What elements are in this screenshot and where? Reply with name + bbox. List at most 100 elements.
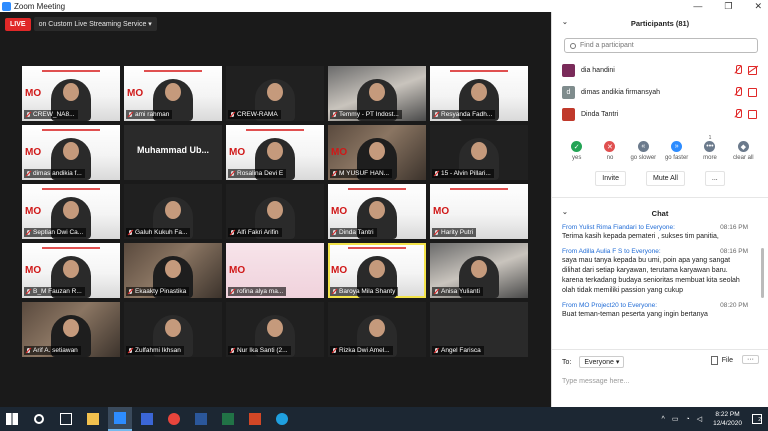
windows-start-taskbar-button[interactable] xyxy=(0,407,24,431)
message-sender: From MO Project20 to Everyone: xyxy=(562,302,658,309)
video-tile[interactable]: MO Harity Putri xyxy=(430,184,528,239)
muted-mic-icon xyxy=(128,347,133,354)
clock[interactable]: 8:22 PM 12/4/2020 xyxy=(713,410,742,428)
video-tile[interactable]: Anisa Yulianti xyxy=(430,243,528,298)
battery-icon[interactable]: ▭ xyxy=(672,415,679,423)
chevron-down-icon[interactable]: ⌄ xyxy=(562,208,568,216)
chevron-down-icon[interactable]: ⌄ xyxy=(562,18,568,26)
muted-mic-icon[interactable] xyxy=(734,87,742,96)
video-tile[interactable]: MO Septian Dwi Ca... xyxy=(22,184,120,239)
search-taskbar-button[interactable] xyxy=(27,407,51,431)
video-tile[interactable]: MO rofina alya ma... xyxy=(226,243,324,298)
participant-name-tag: Rosalina Devi E xyxy=(228,169,287,178)
reaction-go-faster[interactable]: » go faster xyxy=(661,135,693,161)
reaction-no[interactable]: ✕ no xyxy=(594,135,626,161)
video-tile[interactable]: MO Dinda Tantri xyxy=(328,184,426,239)
video-tile[interactable]: Arif A. setiawan xyxy=(22,302,120,357)
camera-off-icon[interactable] xyxy=(748,66,758,75)
notification-center-button[interactable]: 2 xyxy=(752,414,762,424)
video-tile[interactable]: Zulfahmi Ikhsan xyxy=(124,302,222,357)
video-tile[interactable]: MO B_M Fauzan R... xyxy=(22,243,120,298)
maximize-button[interactable]: ❐ xyxy=(724,1,732,12)
file-button[interactable]: File xyxy=(711,356,733,365)
more-options-button[interactable]: ... xyxy=(704,171,725,186)
word-taskbar-button[interactable] xyxy=(189,407,213,431)
message-text: saya mau tanya kepada bu umi, poin apa y… xyxy=(562,257,740,294)
video-tile[interactable]: CREW-RAMA xyxy=(226,66,324,121)
invite-button[interactable]: Invite xyxy=(595,171,626,186)
chrome-icon xyxy=(168,413,180,425)
video-tile[interactable]: Rizka Dwi Amel... xyxy=(328,302,426,357)
live-service-dropdown[interactable]: on Custom Live Streaming Service ▾ xyxy=(33,17,157,31)
avatar: d xyxy=(562,85,575,99)
video-tile[interactable]: Ekaakty Pinastika xyxy=(124,243,222,298)
message-text: Terima kasih kepada pemateri , sukses ti… xyxy=(562,233,719,240)
reaction-more[interactable]: 1 ••• more xyxy=(694,135,726,161)
video-tile[interactable]: Galuh Kukuh Fa... xyxy=(124,184,222,239)
participant-actions: Invite Mute All ... xyxy=(552,171,768,186)
muted-mic-icon xyxy=(230,288,235,295)
participant-list: dia handini d dimas andikia firmansyah Dind… xyxy=(552,59,768,125)
video-tile[interactable]: Nur Ika Santi (2... xyxy=(226,302,324,357)
camera-icon[interactable] xyxy=(748,110,758,119)
recipient-select[interactable]: Everyone ▾ xyxy=(579,356,625,368)
participant-name: Rosalina Devi E xyxy=(237,170,284,177)
edge-taskbar-button[interactable] xyxy=(270,407,294,431)
video-tile[interactable]: Angel Farisca xyxy=(430,302,528,357)
camera-icon[interactable] xyxy=(748,88,758,97)
participant-name: Angel Farisca xyxy=(441,347,481,354)
video-tile[interactable]: Temmy - PT Indost... xyxy=(328,66,426,121)
chat-more-button[interactable]: ··· xyxy=(742,355,759,364)
chat-scrollbar[interactable] xyxy=(761,248,764,298)
slide-header-strip xyxy=(450,188,508,190)
participant-row[interactable]: d dimas andikia firmansyah xyxy=(552,81,768,103)
muted-mic-icon[interactable] xyxy=(734,109,742,118)
participant-name: Zulfahmi Ikhsan xyxy=(135,347,181,354)
muted-mic-icon xyxy=(434,229,439,236)
chat-compose: To: Everyone ▾ File ··· Type message her… xyxy=(552,349,768,407)
close-button[interactable]: ✕ xyxy=(754,1,762,12)
participant-name: Baroya Mila Shanty xyxy=(339,288,396,295)
reaction-go-slower[interactable]: « go slower xyxy=(627,135,659,161)
reaction-label: clear all xyxy=(732,155,754,161)
video-gallery: LIVE on Custom Live Streaming Service ▾ … xyxy=(0,12,551,407)
reaction-yes[interactable]: ✓ yes xyxy=(561,135,593,161)
chrome-taskbar-button[interactable] xyxy=(162,407,186,431)
video-tile[interactable]: Muhammad Ub... xyxy=(124,125,222,180)
volume-icon[interactable]: ◁ xyxy=(697,415,702,423)
muted-mic-icon[interactable] xyxy=(734,65,742,74)
muted-mic-icon xyxy=(434,347,439,354)
zoom-taskbar-button[interactable] xyxy=(108,407,132,431)
video-tile[interactable]: Alfi Fakri Arifin xyxy=(226,184,324,239)
video-tile[interactable]: MO Rosalina Devi E xyxy=(226,125,324,180)
excel-taskbar-button[interactable] xyxy=(216,407,240,431)
video-tile[interactable]: MO CREW_NA8... xyxy=(22,66,120,121)
video-tile[interactable]: 15 - Alvin Pillari... xyxy=(430,125,528,180)
participant-name: rofina alya ma... xyxy=(237,288,284,295)
video-tile[interactable]: MO ami rahman xyxy=(124,66,222,121)
participant-row[interactable]: dia handini xyxy=(552,59,768,81)
chevron-up-icon[interactable]: ^ xyxy=(662,416,665,423)
video-tile[interactable]: MO Baroya Mila Shanty xyxy=(328,243,426,298)
participant-name: Anisa Yulianti xyxy=(441,288,480,295)
zoom-window: Zoom Meeting — ❐ ✕ LIVE on Custom Live S… xyxy=(0,0,768,431)
powerpoint-taskbar-button[interactable] xyxy=(243,407,267,431)
task-view-taskbar-button[interactable] xyxy=(54,407,78,431)
video-tile[interactable]: MO dimas andikia f... xyxy=(22,125,120,180)
participant-row[interactable]: Dinda Tantri xyxy=(552,103,768,125)
video-tile[interactable]: MO M YUSUF HAN... xyxy=(328,125,426,180)
participant-search-input[interactable]: Find a participant xyxy=(564,38,758,53)
mute-all-button[interactable]: Mute All xyxy=(645,171,685,186)
participant-name-tag: Septian Dwi Ca... xyxy=(24,228,87,237)
minimize-button[interactable]: — xyxy=(693,1,702,11)
reaction-clear-all[interactable]: ◆ clear all xyxy=(727,135,759,161)
file-explorer-taskbar-button[interactable] xyxy=(81,407,105,431)
participant-name-tag: Dinda Tantri xyxy=(330,228,377,237)
network-icon[interactable]: ◔ xyxy=(685,416,689,423)
pen-app-taskbar-button[interactable] xyxy=(135,407,159,431)
chat-message-input[interactable]: Type message here... xyxy=(562,378,759,385)
mo-logo: MO xyxy=(25,88,42,99)
notification-count: 2 xyxy=(758,417,761,423)
live-badge[interactable]: LIVE xyxy=(5,17,31,31)
video-tile[interactable]: Resyanda Fadh... xyxy=(430,66,528,121)
